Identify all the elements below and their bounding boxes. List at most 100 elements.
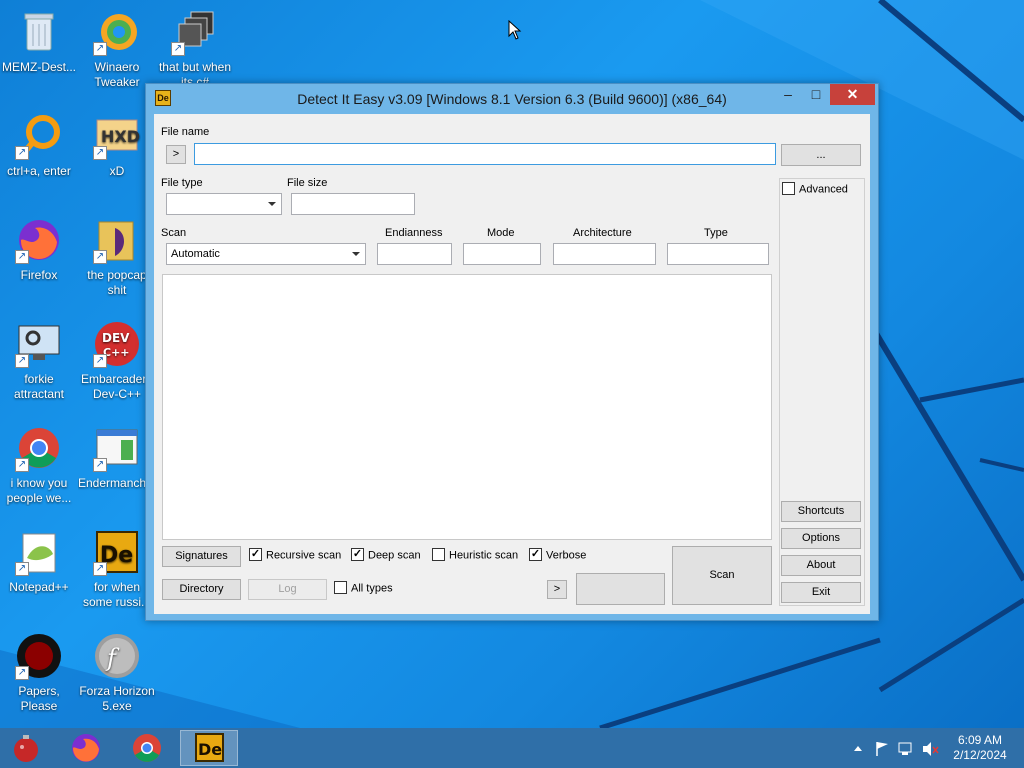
verbose-checkbox[interactable]: ✓ Verbose [529, 548, 586, 562]
desktop: MEMZ-Dest... ↗ Winaero Tweaker ↗ that bu… [0, 0, 1024, 728]
scan-mode-value: Automatic [171, 248, 220, 260]
advanced-checkbox[interactable]: Advanced [782, 182, 848, 196]
advanced-label: Advanced [799, 183, 848, 196]
browse-button[interactable]: ... [781, 144, 861, 166]
shortcut-arrow-icon: ↗ [15, 458, 29, 472]
window-client: File name > ... File type File size Scan… [154, 114, 870, 614]
verbose-checkbox-box: ✓ [529, 548, 542, 561]
mode-label: Mode [487, 227, 515, 239]
file-size-field[interactable] [291, 193, 415, 215]
architecture-field[interactable] [553, 243, 656, 265]
file-name-label: File name [161, 126, 210, 138]
taskbar-die-button[interactable]: De [180, 730, 238, 766]
scan-label: Scan [161, 227, 187, 239]
desktop-icon-ctrla[interactable]: ↗ ctrl+a, enter [0, 112, 78, 179]
title-bar[interactable]: De Detect It Easy v3.09 [Windows 8.1 Ver… [146, 84, 878, 114]
recursive-scan-label: Recursive scan [266, 549, 342, 562]
go-button[interactable]: > [166, 145, 186, 164]
hxd-icon: HXD ↗ [93, 112, 141, 160]
winaero-icon: ↗ [93, 8, 141, 56]
endianness-field[interactable] [377, 243, 452, 265]
all-types-checkbox[interactable]: All types [334, 581, 393, 595]
heuristic-scan-checkbox-box [432, 548, 445, 561]
computer-settings-icon: ↗ [15, 320, 63, 368]
arrow-button[interactable]: > [547, 580, 567, 599]
chrome-icon [133, 734, 161, 762]
chevron-down-icon [268, 202, 276, 206]
flash-icon: f [93, 632, 141, 680]
desktop-icon-forkie[interactable]: ↗ forkie attractant [0, 320, 78, 402]
scan-button[interactable]: Scan [672, 546, 772, 605]
taskbar-clock[interactable]: 6:09 AM 2/12/2024 [944, 733, 1016, 763]
show-hidden-icons-icon[interactable] [854, 746, 862, 751]
results-area[interactable] [162, 274, 772, 540]
clock-time: 6:09 AM [957, 733, 1003, 747]
minimize-button[interactable]: – [774, 84, 802, 105]
file-size-label: File size [287, 177, 328, 189]
shortcut-arrow-icon: ↗ [93, 250, 107, 264]
heuristic-scan-checkbox[interactable]: Heuristic scan [432, 548, 518, 562]
file-name-input[interactable] [194, 143, 776, 165]
desktop-icon-csharp[interactable]: ↗ that but when its c# [156, 8, 234, 90]
type-label: Type [704, 227, 728, 239]
deep-scan-checkbox[interactable]: ✓ Deep scan [351, 548, 421, 562]
desktop-icon-notepadpp[interactable]: ↗ Notepad++ [0, 528, 78, 595]
shortcut-arrow-icon: ↗ [171, 42, 185, 56]
network-icon[interactable] [898, 742, 912, 755]
shortcut-arrow-icon: ↗ [15, 354, 29, 368]
about-button[interactable]: About [781, 555, 861, 576]
signatures-button[interactable]: Signatures [162, 546, 241, 567]
file-type-select[interactable] [166, 193, 282, 215]
directory-button[interactable]: Directory [162, 579, 241, 600]
options-button[interactable]: Options [781, 528, 861, 549]
desktop-icon-memz[interactable]: MEMZ-Dest... [0, 8, 78, 75]
volume-muted-icon[interactable] [923, 742, 939, 756]
clock-date: 2/12/2024 [953, 748, 1007, 762]
die-icon: De ↗ [93, 528, 141, 576]
firefox-icon: ↗ [15, 216, 63, 264]
endianness-label: Endianness [385, 227, 443, 239]
taskbar-firefox-button[interactable] [60, 730, 112, 766]
desktop-icon-forza[interactable]: f Forza Horizon 5.exe [78, 632, 156, 714]
shortcut-arrow-icon: ↗ [15, 666, 29, 680]
desktop-icon-firefox[interactable]: ↗ Firefox [0, 216, 78, 283]
type-field[interactable] [667, 243, 769, 265]
shortcut-arrow-icon: ↗ [93, 354, 107, 368]
shortcut-arrow-icon: ↗ [93, 146, 107, 160]
desktop-icon-label: i know you people we... [6, 476, 72, 505]
system-tray [850, 728, 940, 768]
desktop-icon-papers[interactable]: ↗ Papers, Please [0, 632, 78, 714]
search-ring-icon: ↗ [15, 112, 63, 160]
desktop-icon-label: MEMZ-Dest... [2, 60, 76, 74]
chrome-icon: ↗ [15, 424, 63, 472]
detect-it-easy-window: De Detect It Easy v3.09 [Windows 8.1 Ver… [145, 83, 879, 621]
mode-field[interactable] [463, 243, 541, 265]
mouse-cursor-icon [508, 20, 522, 40]
recursive-scan-checkbox[interactable]: ✓ Recursive scan [249, 548, 342, 562]
desktop-icon-winaero[interactable]: ↗ Winaero Tweaker [78, 8, 156, 90]
exit-button[interactable]: Exit [781, 582, 861, 603]
svg-text:DEV: DEV [102, 331, 130, 345]
die-icon: De [195, 733, 224, 762]
shortcuts-button[interactable]: Shortcuts [781, 501, 861, 522]
firefox-icon [72, 734, 100, 762]
shortcut-arrow-icon: ↗ [15, 562, 29, 576]
recursive-scan-checkbox-box: ✓ [249, 548, 262, 561]
close-button[interactable]: ✕ [830, 84, 875, 105]
action-center-flag-icon[interactable] [876, 742, 888, 756]
log-button[interactable]: Log [248, 579, 327, 600]
taskbar-ornament-button[interactable] [0, 730, 52, 766]
taskbar-chrome-button[interactable] [121, 730, 173, 766]
desktop-icon-chrome[interactable]: ↗ i know you people we... [0, 424, 78, 506]
scan-mode-select[interactable]: Automatic [166, 243, 366, 265]
progress-button[interactable] [576, 573, 665, 605]
shortcut-arrow-icon: ↗ [93, 458, 107, 472]
maximize-button[interactable]: □ [802, 84, 830, 105]
christmas-ornament-icon [14, 735, 38, 762]
desktop-icon-label: forkie attractant [13, 372, 65, 401]
advanced-checkbox-box [782, 182, 795, 195]
desktop-icon-label: Papers, Please [18, 684, 60, 713]
deep-scan-checkbox-box: ✓ [351, 548, 364, 561]
window-app-icon: ↗ [93, 424, 141, 472]
devcpp-icon: DEV C++ ↗ [93, 320, 141, 368]
